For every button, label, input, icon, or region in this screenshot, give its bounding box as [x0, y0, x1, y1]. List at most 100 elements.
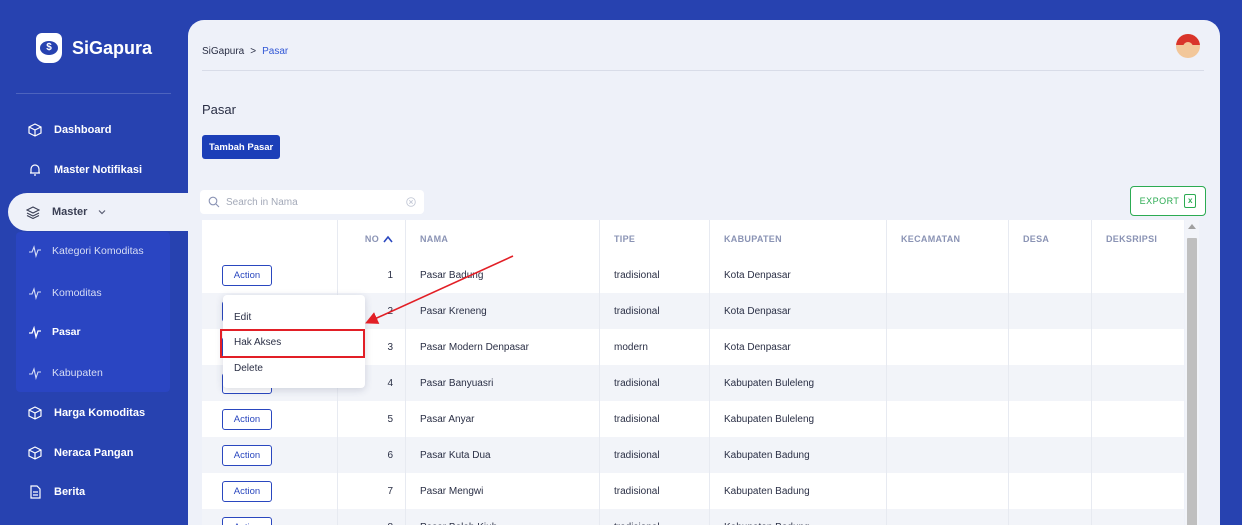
layers-icon	[26, 206, 40, 219]
cell-tipe: tradisional	[600, 257, 710, 293]
cell-kecamatan	[887, 401, 1009, 437]
column-header-label: NO	[364, 233, 379, 244]
breadcrumb: SiGapura > Pasar	[202, 46, 288, 57]
menu-item-edit[interactable]: Edit	[223, 305, 365, 329]
add-pasar-button[interactable]: Tambah Pasar	[202, 135, 281, 159]
column-header-nama[interactable]: NAMA	[406, 220, 600, 257]
sidebar-item-komoditas[interactable]: Komoditas	[16, 275, 170, 311]
activity-icon	[29, 245, 41, 258]
cell-tipe: tradisional	[600, 509, 710, 525]
submenu-item-label: Komoditas	[52, 287, 102, 299]
sort-ascending-icon	[383, 235, 393, 242]
brand-divider	[16, 93, 171, 94]
cell-deskripsi	[1092, 329, 1184, 365]
activity-icon	[29, 367, 41, 380]
cell-desa	[1009, 329, 1092, 365]
column-header-action	[202, 220, 338, 257]
cell-tipe: tradisional	[600, 437, 710, 473]
cell-kabupaten: Kota Denpasar	[710, 329, 887, 365]
action-button[interactable]: Action	[222, 264, 272, 286]
sidebar-item-berita[interactable]: Berita	[16, 474, 176, 510]
cell-kabupaten: Kabupaten Buleleng	[710, 401, 887, 437]
sidebar-item-kabupaten[interactable]: Kabupaten	[16, 355, 170, 391]
cell-desa	[1009, 401, 1092, 437]
action-button[interactable]: Action	[222, 408, 272, 430]
cell-nama: Pasar Badung	[406, 257, 600, 293]
cell-action: Action	[202, 509, 338, 525]
sidebar-item-dashboard[interactable]: Dashboard	[16, 112, 176, 148]
cube-icon	[28, 406, 42, 420]
cell-kabupaten: Kota Denpasar	[710, 257, 887, 293]
action-button[interactable]: Action	[222, 480, 272, 502]
cell-kecamatan	[887, 365, 1009, 401]
cell-desa	[1009, 257, 1092, 293]
chevron-down-icon	[98, 210, 106, 215]
cell-deskripsi	[1092, 509, 1184, 525]
export-label: EXPORT	[1139, 196, 1180, 206]
page-title: Pasar	[202, 102, 236, 117]
sidebar-item-master[interactable]: Master	[8, 193, 188, 231]
cell-desa	[1009, 509, 1092, 525]
column-header-deskripsi[interactable]: DEKSRIPSI	[1092, 220, 1184, 257]
cell-kabupaten: Kabupaten Badung	[710, 509, 887, 525]
cell-tipe: tradisional	[600, 293, 710, 329]
cell-tipe: tradisional	[600, 473, 710, 509]
cell-no: 8	[338, 509, 406, 525]
cube-icon	[28, 123, 42, 137]
cell-deskripsi	[1092, 437, 1184, 473]
breadcrumb-root[interactable]: SiGapura	[202, 46, 244, 57]
highlight-box	[220, 329, 365, 358]
cell-tipe: modern	[600, 329, 710, 365]
table-header: NO NAMA TIPE KABUPATEN KECAMATAN DESA DE…	[202, 220, 1184, 257]
breadcrumb-current: Pasar	[262, 46, 289, 57]
cell-nama: Pasar Kuta Dua	[406, 437, 600, 473]
bell-icon	[30, 164, 40, 176]
cell-deskripsi	[1092, 293, 1184, 329]
column-header-kabupaten[interactable]: KABUPATEN	[710, 220, 887, 257]
table-row: Action 8Pasar Belah KiuhtradisionalKabupa…	[202, 509, 1184, 525]
cell-kecamatan	[887, 509, 1009, 525]
main-panel: SiGapura > Pasar Pasar Tambah Pasar EXPO…	[188, 20, 1220, 525]
column-header-desa[interactable]: DESA	[1009, 220, 1092, 257]
column-header-no[interactable]: NO	[338, 220, 406, 257]
sidebar-item-label: Harga Komoditas	[54, 407, 146, 419]
cell-deskripsi	[1092, 365, 1184, 401]
column-header-tipe[interactable]: TIPE	[600, 220, 710, 257]
export-button[interactable]: EXPORT x	[1130, 186, 1206, 216]
action-button[interactable]: Action	[222, 516, 272, 525]
cell-action: Action	[202, 437, 338, 473]
search-input[interactable]	[226, 196, 400, 208]
cell-nama: Pasar Anyar	[406, 401, 600, 437]
cell-desa	[1009, 437, 1092, 473]
column-header-kecamatan[interactable]: KECAMATAN	[887, 220, 1009, 257]
menu-item-delete[interactable]: Delete	[223, 356, 365, 380]
brand-name: SiGapura	[72, 37, 153, 58]
scroll-up-arrow-icon[interactable]	[1188, 224, 1196, 229]
sidebar-item-neraca-pangan[interactable]: Neraca Pangan	[16, 435, 176, 471]
submenu-item-label: Kabupaten	[52, 367, 103, 379]
clear-icon[interactable]	[406, 197, 416, 207]
sidebar-item-pasar[interactable]: Pasar	[16, 314, 170, 350]
cell-action: Action	[202, 473, 338, 509]
cell-action: Action	[202, 401, 338, 437]
avatar[interactable]	[1176, 34, 1200, 58]
activity-icon	[29, 325, 41, 339]
activity-icon	[29, 287, 41, 300]
action-button[interactable]: Action	[222, 444, 272, 466]
brand[interactable]: $ SiGapura	[36, 30, 152, 66]
cell-kecamatan	[887, 257, 1009, 293]
sidebar-item-harga-komoditas[interactable]: Harga Komoditas	[16, 395, 176, 431]
money-bag-logo-icon: $	[36, 33, 62, 63]
search-box[interactable]	[200, 190, 424, 214]
table-row: Action 7 Pasar Mengwi tradisional Kabupaten …	[202, 473, 1184, 509]
cell-kecamatan	[887, 329, 1009, 365]
cell-nama: Pasar Modern Denpasar	[406, 329, 600, 365]
cell-kabupaten: Kabupaten Badung	[710, 437, 887, 473]
cell-desa	[1009, 293, 1092, 329]
scrollbar-thumb[interactable]	[1187, 238, 1197, 525]
sidebar-item-label: Dashboard	[54, 124, 112, 136]
sidebar-item-label: Master	[52, 206, 88, 218]
sidebar-item-master-notifikasi[interactable]: Master Notifikasi	[16, 152, 176, 188]
sidebar-item-kategori-komoditas[interactable]: Kategori Komoditas	[16, 233, 170, 269]
cell-no: 6	[338, 437, 406, 473]
